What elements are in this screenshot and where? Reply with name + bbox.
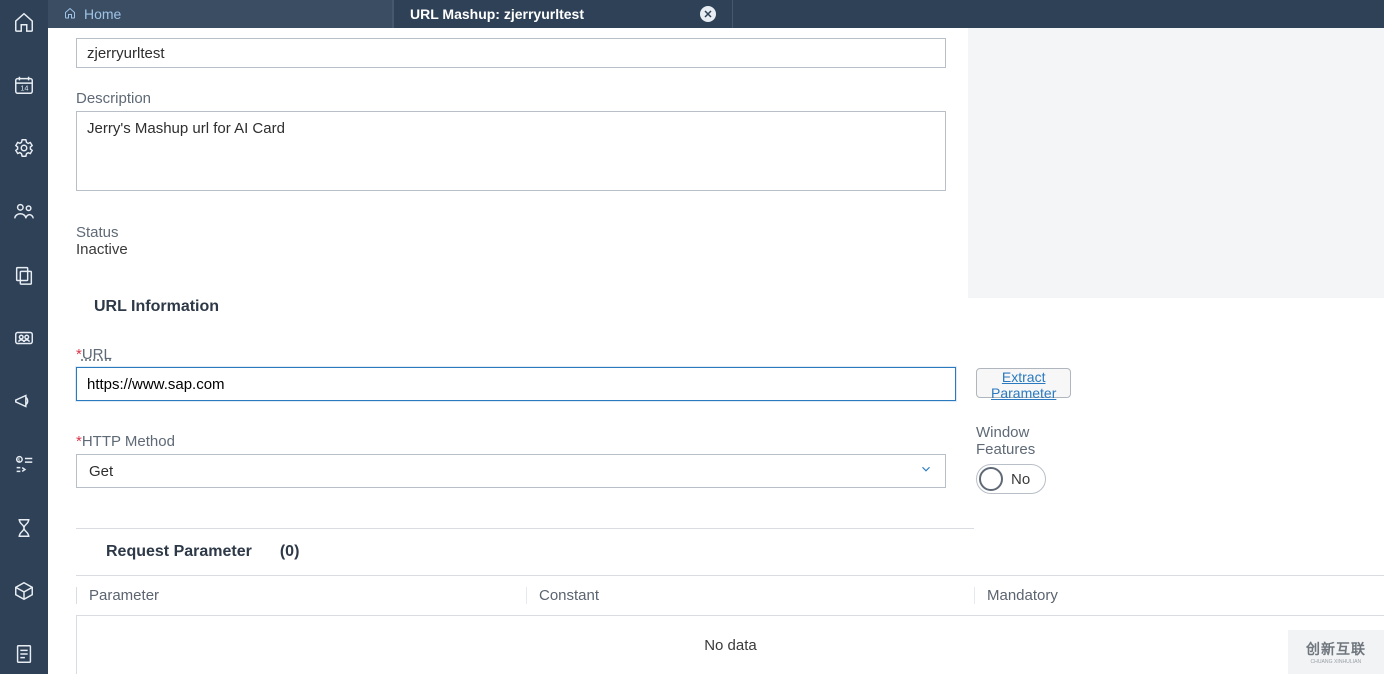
nav-megaphone-icon[interactable] xyxy=(0,382,48,421)
name-input[interactable]: zjerryurltest xyxy=(76,38,946,68)
toggle-knob xyxy=(979,467,1003,491)
tab-home[interactable]: Home xyxy=(48,0,393,28)
request-parameter-section: Request Parameter (0) Parameter Constant… xyxy=(76,528,974,674)
name-input-value: zjerryurltest xyxy=(87,45,165,62)
parameter-table-header: Parameter Constant Mandatory xyxy=(76,576,1384,616)
http-method-value: Get xyxy=(89,463,113,480)
url-info-title: URL Information xyxy=(94,298,974,316)
http-method-select[interactable]: Get xyxy=(76,454,946,488)
description-label: Description xyxy=(76,90,974,107)
description-textarea[interactable] xyxy=(76,111,946,191)
svg-text:14: 14 xyxy=(20,83,28,92)
request-parameter-title: Request Parameter xyxy=(106,543,252,561)
tab-home-label: Home xyxy=(84,6,121,22)
nav-money-list-icon[interactable]: $ xyxy=(0,445,48,484)
nav-copy-icon[interactable] xyxy=(0,255,48,294)
chevron-down-icon xyxy=(919,462,933,480)
watermark-logo: 创新互联 CHUANG XINHULIAN xyxy=(1288,630,1384,674)
nav-settings-icon[interactable] xyxy=(0,129,48,168)
col-parameter: Parameter xyxy=(76,587,526,604)
request-parameter-header: Request Parameter (0) xyxy=(76,529,974,575)
parameter-table-empty: No data xyxy=(76,616,1384,674)
home-icon xyxy=(64,6,76,22)
parameter-table: Parameter Constant Mandatory No data xyxy=(76,575,1384,674)
tab-active-label: URL Mashup: zjerryurltest xyxy=(410,6,584,22)
left-navbar: 14 $ xyxy=(0,0,48,674)
nav-home-icon[interactable] xyxy=(0,2,48,41)
tab-bar: Home URL Mashup: zjerryurltest xyxy=(48,0,1384,28)
request-parameter-count: (0) xyxy=(280,543,300,561)
nav-package-icon[interactable] xyxy=(0,571,48,610)
watermark-text-sub: CHUANG XINHULIAN xyxy=(1311,659,1362,664)
url-input[interactable] xyxy=(76,367,956,401)
main-area: Home URL Mashup: zjerryurltest zjerryurl… xyxy=(48,0,1384,674)
nav-people-icon[interactable] xyxy=(0,192,48,231)
right-gutter-panel xyxy=(968,28,1384,298)
status-value: Inactive xyxy=(76,241,974,258)
no-data-label: No data xyxy=(704,637,757,654)
col-constant: Constant xyxy=(526,587,974,604)
nav-group-icon[interactable] xyxy=(0,318,48,357)
col-mandatory: Mandatory xyxy=(974,587,1384,604)
url-label: *URL xyxy=(76,346,974,363)
window-features-value: No xyxy=(1011,471,1030,488)
nav-calendar-icon[interactable]: 14 xyxy=(0,65,48,104)
window-features-label: Window Features xyxy=(976,424,1046,458)
status-label: Status xyxy=(76,224,974,241)
nav-hourglass-icon[interactable] xyxy=(0,508,48,547)
watermark-text-main: 创新互联 xyxy=(1306,639,1366,659)
content: zjerryurltest Description Status Inactiv… xyxy=(48,28,1384,674)
form-area: zjerryurltest Description Status Inactiv… xyxy=(76,28,974,674)
close-icon[interactable] xyxy=(700,6,716,22)
window-features-group: Window Features No xyxy=(976,424,1046,494)
http-method-label: *HTTP Method xyxy=(76,433,974,450)
tab-url-mashup[interactable]: URL Mashup: zjerryurltest xyxy=(393,0,733,28)
window-features-toggle[interactable]: No xyxy=(976,464,1046,494)
nav-report-icon[interactable] xyxy=(0,635,48,674)
extract-parameter-button[interactable]: Extract Parameter xyxy=(976,368,1071,398)
